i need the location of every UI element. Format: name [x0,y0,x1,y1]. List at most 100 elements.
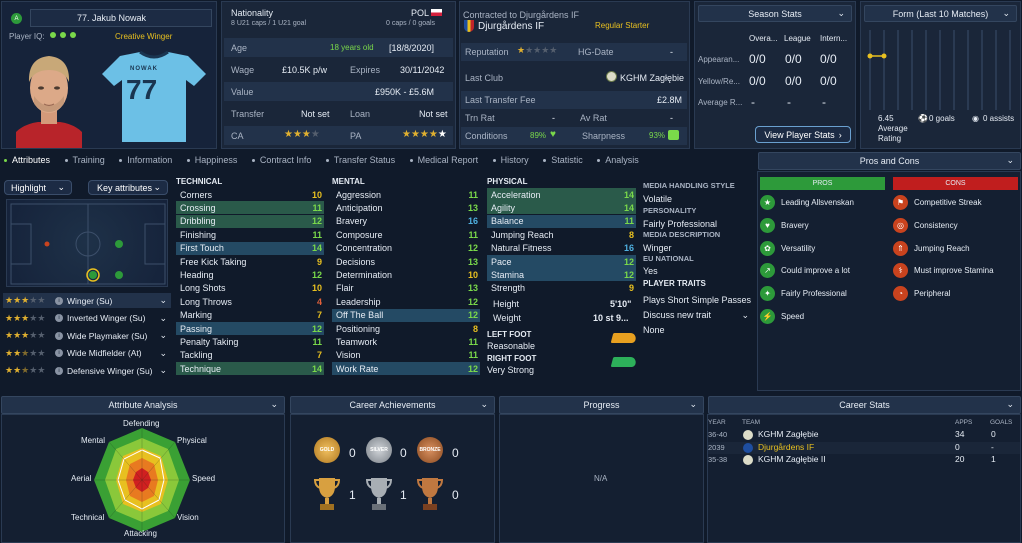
attribute-row[interactable]: Finishing 11 [176,228,324,241]
radar-label-defending: Defending [123,419,160,428]
attribute-row[interactable]: Stamina 12 [487,268,636,282]
attribute-row[interactable]: Free Kick Taking 9 [176,255,324,268]
tab-happiness[interactable]: Happiness [186,155,237,165]
progress-header[interactable]: Progress ⌄ [499,396,704,414]
role-row[interactable]: ★★★★★ i Winger (Su) ⌄ [3,293,171,308]
attribute-value: 12 [311,269,322,280]
tab-analysis[interactable]: Analysis [597,155,639,165]
info-icon[interactable]: i [55,331,63,340]
attribute-row[interactable]: Flair 13 [332,282,480,295]
mental-title: MENTAL [332,177,365,186]
pro-text: Bravery [781,220,809,230]
info-icon[interactable]: i [55,349,63,357]
attribute-row[interactable]: Technique 14 [176,362,324,376]
tab-transfer-status[interactable]: Transfer Status [325,155,395,165]
info-icon[interactable]: i [55,366,63,375]
role-row[interactable]: ★★★★★ i Wide Playmaker (Su) ⌄ [3,328,171,343]
attribute-row[interactable]: Marking 7 [176,309,324,322]
attribute-row[interactable]: Work Rate 12 [332,362,480,376]
key-attributes-dropdown[interactable]: Key attributes ⌄ [88,180,168,195]
attribute-row[interactable]: Acceleration 14 [487,188,636,201]
career-achievements-header[interactable]: Career Achievements ⌄ [290,396,495,414]
tab-attributes[interactable]: Attributes [4,155,50,165]
attribute-row[interactable]: Long Throws 4 [176,295,324,308]
cs-year: 36-40 [708,430,728,439]
attribute-row[interactable]: Natural Fitness 16 [487,242,636,255]
player-name-bar[interactable]: 77. Jakub Nowak [30,9,212,27]
tab-training[interactable]: Training [64,155,105,165]
media-desc-value: Winger [643,243,672,253]
attribute-row[interactable]: Leadership 12 [332,295,480,308]
attribute-row[interactable]: Balance 11 [487,214,636,228]
attribute-analysis-header[interactable]: Attribute Analysis ⌄ [1,396,285,414]
table-row[interactable]: 36-40 KGHM Zagłębie 34 0 [708,429,1020,441]
attribute-row[interactable]: Long Shots 10 [176,282,324,295]
form-header[interactable]: Form (Last 10 Matches) ⌄ [864,5,1017,22]
tab-contract-info[interactable]: Contract Info [251,155,311,165]
attribute-row[interactable]: Heading 12 [176,268,324,281]
attribute-row[interactable]: Aggression 11 [332,188,480,201]
tab-history[interactable]: History [492,155,529,165]
attribute-row[interactable]: Concentration 12 [332,242,480,255]
attribute-row[interactable]: Bravery 16 [332,215,480,228]
cs-col-team: TEAM [742,419,761,426]
attribute-row[interactable]: Pace 12 [487,255,636,268]
info-icon[interactable]: i [55,296,63,305]
view-player-stats-button[interactable]: View Player Stats › [755,126,851,143]
last-club-value[interactable]: KGHM Zagłębie [620,73,684,83]
attribute-row[interactable]: Tackling 7 [176,349,324,362]
attribute-row[interactable]: Determination 10 [332,268,480,281]
attribute-row[interactable]: Penalty Taking 11 [176,335,324,348]
chevron-down-icon: ⌄ [1006,155,1014,165]
info-icon[interactable]: i [55,314,63,322]
bravery-icon: ♥ [760,217,775,233]
role-stars: ★★★★★ [5,330,46,340]
attribute-row[interactable]: Agility 14 [487,201,636,215]
eu-value: Yes [643,266,658,276]
cs-year: 35-38 [708,455,728,464]
attribute-row[interactable]: Positioning 8 [332,322,480,335]
tab-information[interactable]: Information [119,155,172,165]
table-row[interactable]: 35-38 KGHM Zagłębie II 20 1 [708,454,1020,466]
attribute-row[interactable]: Decisions 13 [332,255,480,268]
table-row[interactable]: 2039 Djurgårdens IF 0 - [708,441,1020,454]
tab-medical-report[interactable]: Medical Report [409,155,478,165]
position-pitch[interactable] [6,199,168,287]
attribute-row[interactable]: Crossing 11 [176,201,324,215]
season-row-label: Yellow/Re... [698,77,740,86]
reputation-stars: ★★★★★ [517,45,558,55]
last-club-label: Last Club [465,73,504,83]
club-badge-icon [743,442,753,453]
attribute-row[interactable]: First Touch 14 [176,241,324,255]
discuss-trait-dropdown[interactable]: Discuss new trait ⌄ [643,310,751,322]
cs-team[interactable]: KGHM Zagłębie II [758,454,826,464]
attribute-row[interactable]: Jumping Reach 8 [487,228,636,241]
career-stats-header[interactable]: Career Stats ⌄ [708,396,1021,414]
ach-count: 0 [452,446,459,460]
bronze-trophy-icon [417,478,443,510]
role-row[interactable]: ★★★★★ i Defensive Winger (Su) ⌄ [3,363,171,378]
highlight-dropdown[interactable]: Highlight ⌄ [4,180,72,195]
attribute-row[interactable]: Strength 9 [487,282,636,295]
attribute-name: Strength [491,283,526,294]
attribute-row[interactable]: Vision 11 [332,349,480,362]
role-row[interactable]: ★★★★★ i Inverted Winger (Su) ⌄ [3,311,171,326]
role-row[interactable]: ★★★★★ i Wide Midfielder (At) ⌄ [3,346,171,361]
attribute-row[interactable]: Anticipation 13 [332,201,480,214]
tab-statistic[interactable]: Statistic [543,155,583,165]
attribute-row[interactable]: Passing 12 [176,322,324,335]
attribute-row[interactable]: Off The Ball 12 [332,308,480,322]
versatility-icon: ✿ [760,240,775,256]
attribute-row[interactable]: Teamwork 11 [332,335,480,348]
attribute-row[interactable]: Dribbling 12 [176,214,324,228]
attribute-row[interactable]: Composure 11 [332,228,480,241]
cs-col-apps: APPS [955,419,973,426]
cs-team[interactable]: KGHM Zagłębie [758,429,818,439]
season-stats-header[interactable]: Season Stats ⌄ [698,5,852,22]
attribute-row[interactable]: Corners 10 [176,188,324,201]
position-dot [44,241,50,247]
pros-cons-header[interactable]: Pros and Cons ⌄ [758,152,1021,170]
cs-team[interactable]: Djurgårdens IF [758,442,814,452]
cons-label: CONS [893,177,1018,190]
contract-club[interactable]: Djurgårdens IF [478,21,544,32]
